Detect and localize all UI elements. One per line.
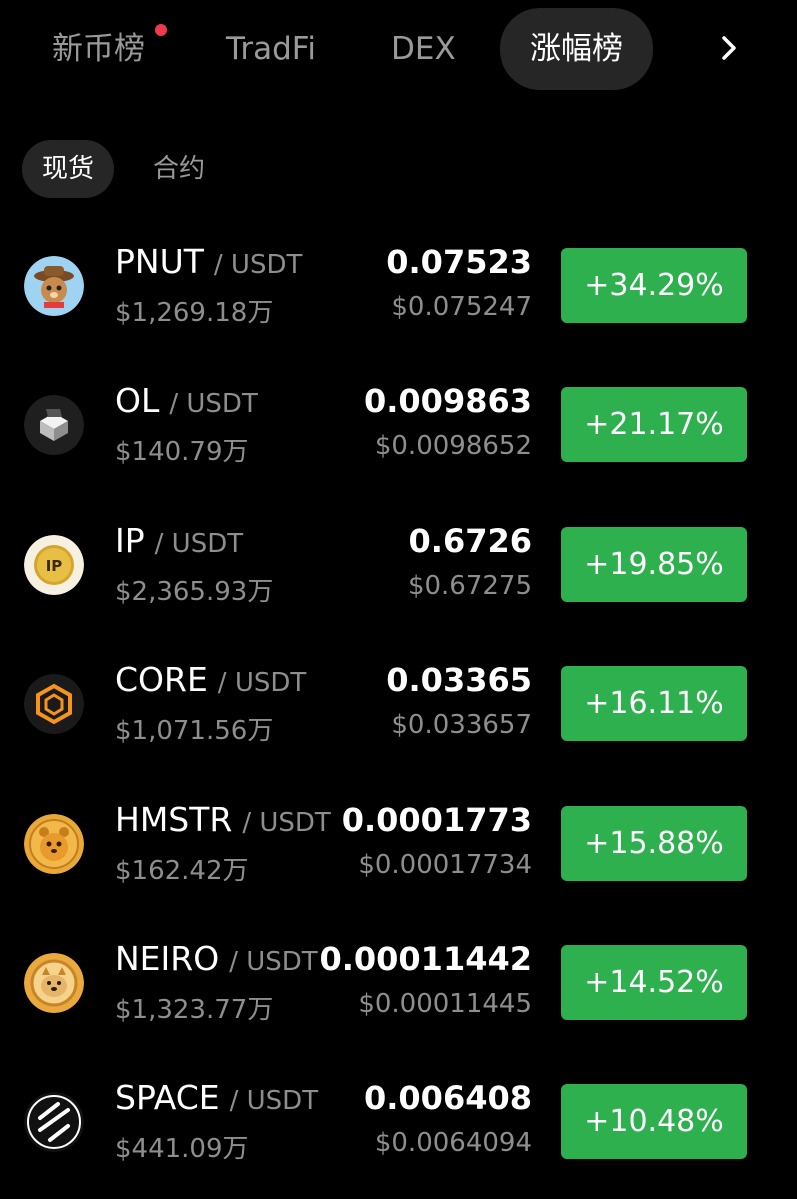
volume: $1,071.56万 [115,716,274,746]
tab-new-coins[interactable]: 新币榜 [52,22,145,76]
list-item[interactable]: PNUT / USDT $1,269.18万 0.07523 $0.075247 … [0,230,797,360]
change-badge[interactable]: +15.88% [561,806,747,881]
base-asset: CORE [115,660,208,699]
tab-spot[interactable]: 现货 [22,140,115,198]
usd-price: $0.0064094 [374,1128,532,1158]
pair-symbol: NEIRO / USDT [115,939,318,982]
neiro-dog-icon [24,953,84,1013]
change-badge[interactable]: +34.29% [561,248,747,323]
pair-symbol: SPACE / USDT [115,1078,318,1121]
chevron-right-icon[interactable] [716,30,744,66]
volume: $140.79万 [115,437,249,467]
last-price: 0.03365 [386,661,532,699]
quote-asset: / USDT [169,389,258,419]
volume: $441.09万 [115,1134,249,1164]
usd-price: $0.00011445 [358,989,532,1019]
quote-asset: / USDT [229,1086,319,1116]
pnut-squirrel-icon [24,256,84,316]
core-hexagon-icon [24,674,84,734]
list-item[interactable]: NEIRO / USDT $1,323.77万 0.00011442 $0.000… [0,927,797,1057]
pair-symbol: CORE / USDT [115,660,306,703]
quote-asset: / USDT [217,668,307,698]
base-asset: IP [115,521,145,560]
last-price: 0.009863 [363,382,532,420]
pair-symbol: OL / USDT [115,381,258,424]
svg-text:IP: IP [46,557,63,575]
list-item[interactable]: IP IP / USDT $2,365.93万 0.6726 $0.67275 +… [0,509,797,639]
list-item[interactable]: OL / USDT $140.79万 0.009863 $0.0098652 +2… [0,369,797,499]
change-badge[interactable]: +21.17% [561,387,747,462]
notification-dot [155,24,167,36]
space-stripes-icon [24,1092,84,1152]
change-badge[interactable]: +14.52% [561,945,747,1020]
last-price: 0.006408 [363,1079,532,1117]
list-item[interactable]: CORE / USDT $1,071.56万 0.03365 $0.033657 … [0,648,797,778]
quote-asset: / USDT [242,808,331,838]
list-item[interactable]: SPACE / USDT $441.09万 0.006408 $0.0064094… [0,1066,797,1196]
pair-symbol: HMSTR / USDT [115,800,331,843]
last-price: 0.00011442 [319,940,532,978]
tab-dex[interactable]: DEX [391,22,456,76]
base-asset: PNUT [115,242,204,281]
last-price: 0.6726 [408,522,532,560]
change-badge[interactable]: +19.85% [561,527,747,602]
usd-price: $0.033657 [391,710,532,740]
base-asset: NEIRO [115,939,220,978]
volume: $1,269.18万 [115,298,274,328]
usd-price: $0.075247 [391,292,532,322]
pair-symbol: PNUT / USDT [115,242,302,285]
base-asset: OL [115,381,160,420]
tab-tradfi[interactable]: TradFi [226,22,316,76]
market-category-tabs: 新币榜 TradFi DEX 涨幅榜 [0,0,797,100]
tab-top-gainers[interactable]: 涨幅榜 [500,8,653,90]
pair-symbol: IP / USDT [115,521,243,564]
ol-cube-icon [24,395,84,455]
usd-price: $0.0098652 [374,431,532,461]
market-type-tabs: 现货 合约 [22,140,322,198]
base-asset: SPACE [115,1078,220,1117]
usd-price: $0.00017734 [358,850,532,880]
volume: $162.42万 [115,856,249,886]
quote-asset: / USDT [213,250,303,280]
hmstr-hamster-icon [24,814,84,874]
change-badge[interactable]: +10.48% [561,1084,747,1159]
base-asset: HMSTR [115,800,233,839]
change-badge[interactable]: +16.11% [561,666,747,741]
volume: $1,323.77万 [115,995,274,1025]
last-price: 0.0001773 [341,801,532,839]
ip-gold-icon: IP [24,535,84,595]
tab-futures[interactable]: 合约 [153,140,205,198]
list-item[interactable]: HMSTR / USDT $162.42万 0.0001773 $0.000177… [0,788,797,918]
quote-asset: / USDT [229,947,318,977]
volume: $2,365.93万 [115,577,274,607]
last-price: 0.07523 [386,243,532,281]
quote-asset: / USDT [154,529,244,559]
usd-price: $0.67275 [407,571,532,601]
